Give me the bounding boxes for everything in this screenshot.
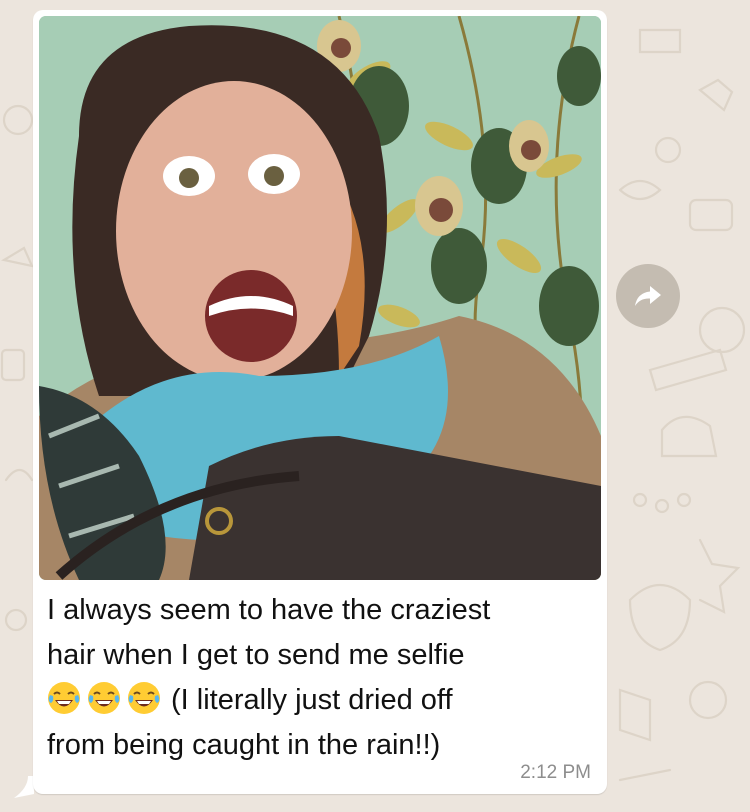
- caption-line: I always seem to have the craziest: [47, 594, 491, 626]
- face-with-tears-of-joy-icon: [88, 682, 120, 715]
- face-with-tears-of-joy-icon: [128, 682, 160, 715]
- caption-text: (I literally just dried off: [171, 684, 453, 716]
- incoming-message-bubble[interactable]: I always seem to have the craziest hair …: [33, 10, 607, 794]
- selfie-photo[interactable]: [39, 16, 601, 580]
- forward-button[interactable]: [616, 264, 680, 328]
- message-timestamp: 2:12 PM: [520, 762, 591, 783]
- caption-line: from being caught in the rain!!): [47, 729, 441, 761]
- caption-line: hair when I get to send me selfie: [47, 639, 465, 671]
- forward-arrow-icon: [635, 286, 661, 306]
- caption-line: (I literally just dried off: [47, 678, 587, 723]
- face-with-tears-of-joy-icon: [48, 682, 80, 715]
- emoji-group: [47, 681, 161, 715]
- message-caption: I always seem to have the craziest hair …: [47, 588, 587, 768]
